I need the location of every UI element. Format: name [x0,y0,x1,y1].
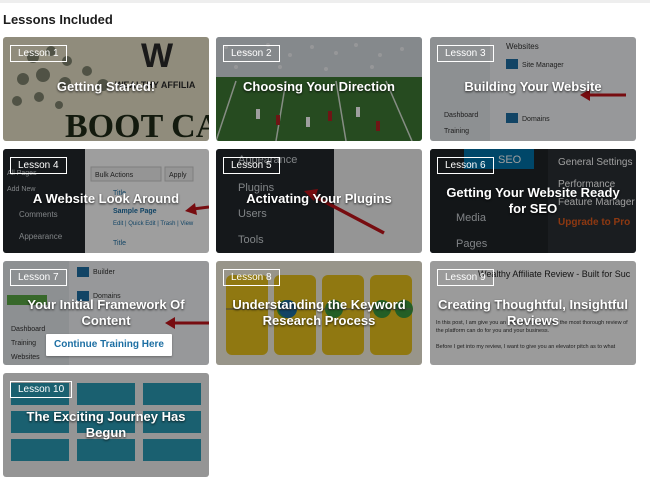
lesson-title[interactable]: Choosing Your Direction [222,79,416,95]
lesson-badge: Lesson 8 [223,269,280,286]
lesson-badge: Lesson 5 [223,157,280,174]
lesson-badge: Lesson 4 [10,157,67,174]
lesson-title[interactable]: Getting Started! [9,79,203,95]
lesson-badge: Lesson 10 [10,381,73,398]
lesson-card-4[interactable]: All Pages Add New Comments Appearance Bu… [3,149,209,253]
lesson-badge: Lesson 3 [437,45,494,62]
lesson-title[interactable]: Your Initial Framework Of Content [9,297,203,329]
lesson-title[interactable]: Activating Your Plugins [222,191,416,207]
continue-training-button[interactable]: Continue Training Here [46,334,172,356]
lesson-card-7[interactable]: Dashboard Training Websites Builder Doma… [3,261,209,365]
lesson-badge: Lesson 7 [10,269,67,286]
lesson-card-8[interactable]: Lesson 8 Understanding the Keyword Resea… [216,261,422,365]
lesson-card-10[interactable]: Lesson 10 The Exciting Journey Has Begun [3,373,209,477]
lesson-card-6[interactable]: SEO Media Pages General Settings Perform… [430,149,636,253]
lesson-card-1[interactable]: W WEALTHY AFFILIA BOOT CA Lesson 1 Getti… [3,37,209,141]
lesson-title[interactable]: The Exciting Journey Has Begun [9,409,203,441]
section-heading: Lessons Included [3,12,113,27]
lesson-title[interactable]: Creating Thoughtful, Insightful Reviews [436,297,630,329]
lesson-badge: Lesson 2 [223,45,280,62]
lesson-title[interactable]: Getting Your Website Ready for SEO [436,185,630,217]
lesson-badge: Lesson 9 [437,269,494,286]
lesson-badge: Lesson 6 [437,157,494,174]
lesson-card-3[interactable]: Websites Site Manager Domains Dashboard … [430,37,636,141]
lesson-badge: Lesson 1 [10,45,67,62]
lesson-card-5[interactable]: Appearance Plugins Users Tools Lesson 5 … [216,149,422,253]
top-divider [0,0,650,3]
lesson-title[interactable]: Understanding the Keyword Research Proce… [222,297,416,329]
lesson-card-9[interactable]: Wealthy Affiliate Review - Built for Suc… [430,261,636,365]
lesson-title[interactable]: Building Your Website [436,79,630,95]
lesson-title[interactable]: A Website Look Around [9,191,203,207]
lesson-card-2[interactable]: Lesson 2 Choosing Your Direction [216,37,422,141]
